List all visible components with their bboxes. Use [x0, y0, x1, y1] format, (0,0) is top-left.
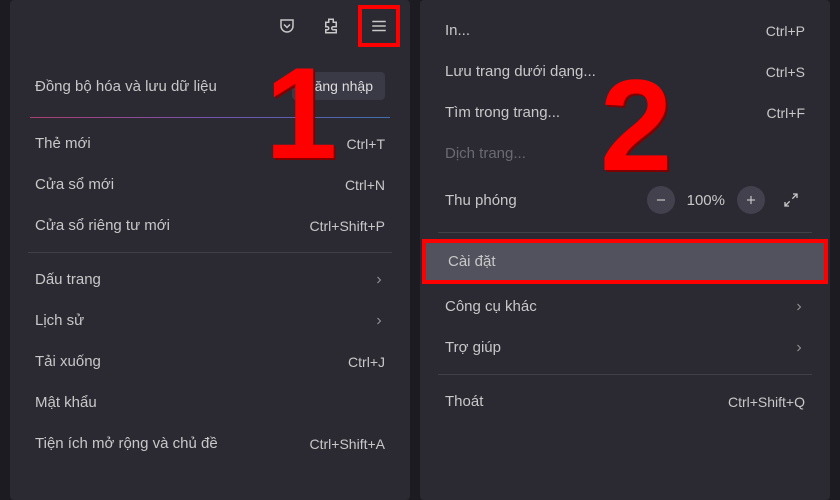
menu-item-bookmarks[interactable]: Dấu trang [10, 259, 410, 300]
menu-item-label: Lưu trang dưới dạng... [445, 63, 596, 80]
chevron-right-icon [793, 301, 805, 313]
pocket-icon[interactable] [270, 9, 304, 43]
chevron-right-icon [793, 342, 805, 354]
chevron-right-icon [373, 315, 385, 327]
sync-label: Đồng bộ hóa và lưu dữ liệu [35, 78, 217, 95]
signin-button[interactable]: Đăng nhập [292, 72, 385, 100]
menu-item-shortcut: Ctrl+F [767, 105, 806, 121]
menu-item-label: Công cụ khác [445, 298, 537, 315]
menu-item-print[interactable]: In... Ctrl+P [420, 10, 830, 51]
menu-item-label: Tải xuống [35, 353, 101, 370]
menu-item-private-window[interactable]: Cửa sổ riêng tư mới Ctrl+Shift+P [10, 205, 410, 246]
divider [438, 374, 812, 375]
fullscreen-button[interactable] [777, 186, 805, 214]
menu-item-shortcut: Ctrl+Shift+A [310, 436, 385, 452]
menu-item-label: Dịch trang... [445, 145, 526, 162]
menu-item-label: In... [445, 22, 470, 39]
hamburger-menu-highlight [358, 5, 400, 47]
menu-item-label: Tìm trong trang... [445, 104, 560, 121]
menu-panel-right: In... Ctrl+P Lưu trang dưới dạng... Ctrl… [420, 0, 830, 500]
zoom-in-button[interactable] [737, 186, 765, 214]
hamburger-icon[interactable] [362, 9, 396, 43]
menu-item-passwords[interactable]: Mật khẩu [10, 382, 410, 423]
chevron-right-icon [373, 274, 385, 286]
zoom-value: 100% [687, 192, 725, 209]
menu-item-label: Mật khẩu [35, 394, 97, 411]
sync-row[interactable]: Đồng bộ hóa và lưu dữ liệu Đăng nhập [10, 60, 410, 112]
menu-item-shortcut: Ctrl+J [348, 354, 385, 370]
divider [28, 252, 392, 253]
divider [438, 232, 812, 233]
menu-left-content: Đồng bộ hóa và lưu dữ liệu Đăng nhập Thẻ… [10, 55, 410, 469]
menu-item-label: Thẻ mới [35, 135, 91, 152]
menu-item-history[interactable]: Lịch sử [10, 300, 410, 341]
menu-item-exit[interactable]: Thoát Ctrl+Shift+Q [420, 381, 830, 422]
menu-item-label: Cài đặt [448, 253, 496, 270]
menu-item-shortcut: Ctrl+P [766, 23, 805, 39]
menu-item-translate: Dịch trang... [420, 133, 830, 174]
menu-item-label: Tiện ích mở rộng và chủ đề [35, 435, 218, 452]
menu-item-shortcut: Ctrl+Shift+P [310, 218, 385, 234]
menu-item-new-window[interactable]: Cửa sổ mới Ctrl+N [10, 164, 410, 205]
zoom-label: Thu phóng [445, 192, 635, 209]
rainbow-divider [30, 117, 390, 118]
menu-item-label: Cửa sổ riêng tư mới [35, 217, 170, 234]
menu-item-shortcut: Ctrl+T [347, 136, 386, 152]
extensions-icon[interactable] [314, 9, 348, 43]
menu-item-downloads[interactable]: Tải xuống Ctrl+J [10, 341, 410, 382]
menu-item-settings-highlight[interactable]: Cài đặt [422, 239, 828, 284]
menu-item-more-tools[interactable]: Công cụ khác [420, 286, 830, 327]
menu-item-extensions-themes[interactable]: Tiện ích mở rộng và chủ đề Ctrl+Shift+A [10, 423, 410, 464]
menu-item-label: Trợ giúp [445, 339, 501, 356]
zoom-out-button[interactable] [647, 186, 675, 214]
menu-item-label: Thoát [445, 393, 483, 410]
menu-item-label: Lịch sử [35, 312, 84, 329]
menu-item-shortcut: Ctrl+Shift+Q [728, 394, 805, 410]
menu-item-shortcut: Ctrl+S [766, 64, 805, 80]
zoom-row: Thu phóng 100% [420, 174, 830, 226]
menu-item-help[interactable]: Trợ giúp [420, 327, 830, 368]
menu-item-label: Dấu trang [35, 271, 101, 288]
menu-panel-left: Đồng bộ hóa và lưu dữ liệu Đăng nhập Thẻ… [10, 0, 410, 500]
menu-item-label: Cửa sổ mới [35, 176, 114, 193]
menu-item-shortcut: Ctrl+N [345, 177, 385, 193]
browser-toolbar [270, 5, 400, 47]
menu-item-find[interactable]: Tìm trong trang... Ctrl+F [420, 92, 830, 133]
menu-item-save-as[interactable]: Lưu trang dưới dạng... Ctrl+S [420, 51, 830, 92]
menu-item-new-tab[interactable]: Thẻ mới Ctrl+T [10, 123, 410, 164]
